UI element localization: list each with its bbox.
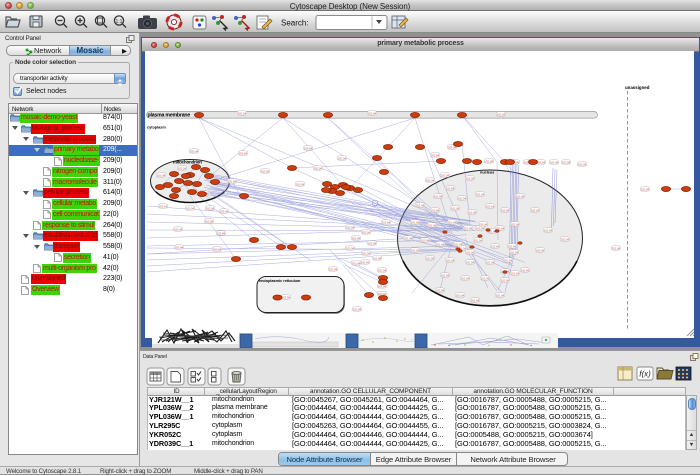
svg-text:cytoplasm: cytoplasm [147, 126, 166, 130]
svg-text:unassigned: unassigned [625, 85, 650, 90]
svg-text:mitochondrion: mitochondrion [173, 160, 202, 165]
svg-text:f(x): f(x) [639, 370, 651, 379]
svg-text:endoplasmic reticulum: endoplasmic reticulum [259, 279, 301, 283]
svg-text:Search:: Search: [281, 19, 309, 28]
svg-text:plasma membrane: plasma membrane [148, 113, 191, 119]
svg-text:nucleus: nucleus [480, 171, 494, 175]
svg-text:1:1: 1:1 [116, 19, 123, 25]
